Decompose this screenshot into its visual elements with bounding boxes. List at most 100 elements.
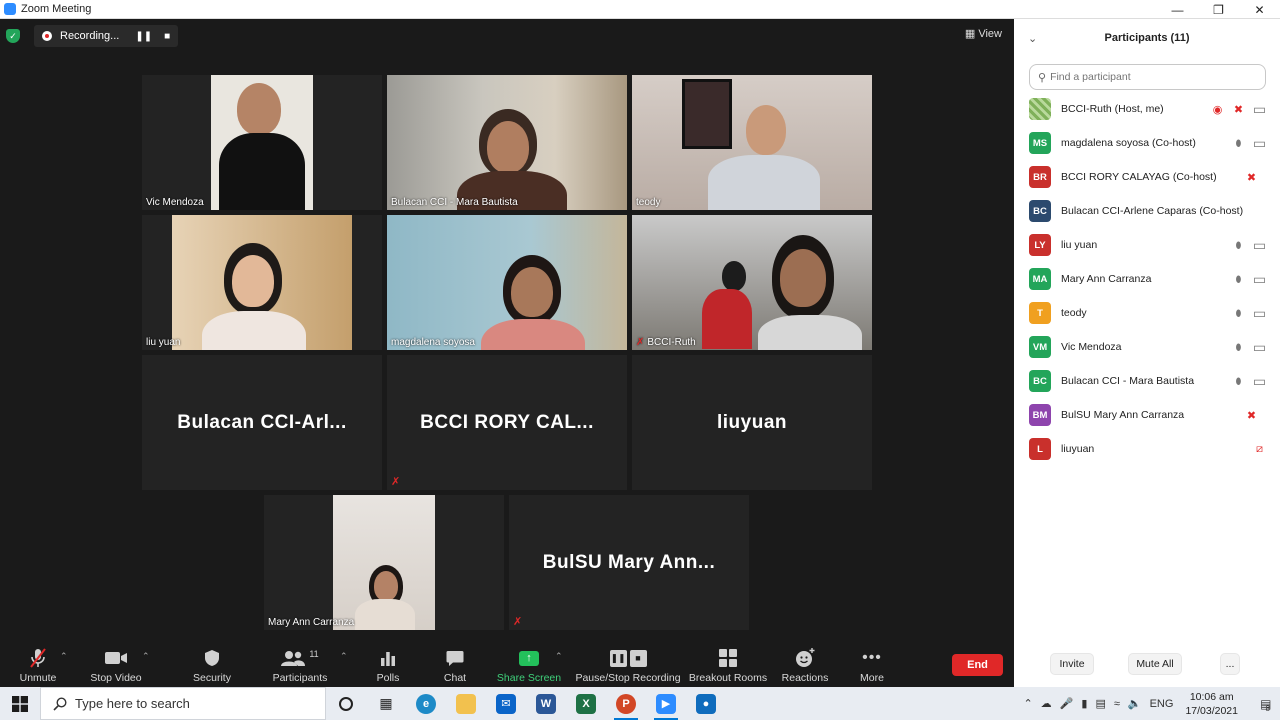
- view-button[interactable]: ▦ View: [965, 27, 1002, 40]
- taskbar-zoom[interactable]: ▶: [646, 687, 686, 720]
- participants-panel: ⌄ Participants (11) ⚲ BCCI-Ruth (Host, m…: [1014, 19, 1280, 687]
- tile-name: magdalena soyosa: [391, 337, 475, 348]
- taskbar-edge[interactable]: e: [406, 687, 446, 720]
- taskbar-app[interactable]: ●: [686, 687, 726, 720]
- participant-row[interactable]: LY liu yuan ⬮ ▭: [1014, 228, 1280, 262]
- video-tile-teody[interactable]: teody: [632, 75, 872, 210]
- video-tile-magdalena-soyosa[interactable]: magdalena soyosa: [387, 215, 627, 350]
- search-icon: ⚲: [1038, 71, 1047, 84]
- video-feed: [172, 215, 352, 350]
- security-button[interactable]: Security: [172, 647, 252, 684]
- taskbar-search-placeholder: Type here to search: [75, 696, 190, 711]
- invite-button[interactable]: Invite: [1050, 653, 1094, 675]
- cortana-button[interactable]: [326, 687, 366, 720]
- stop-recording-icon[interactable]: ■: [164, 31, 170, 42]
- panel-more-button[interactable]: ...: [1220, 653, 1240, 675]
- network-icon[interactable]: ▤: [1095, 697, 1105, 710]
- participant-row[interactable]: BR BCCI RORY CALAYAG (Co-host) ✖: [1014, 160, 1280, 194]
- participant-row[interactable]: Lliuyuan ⧄: [1014, 432, 1280, 466]
- taskbar-search-box[interactable]: Type here to search: [40, 687, 326, 720]
- name-tile-arlene-caparas[interactable]: Bulacan CCI-Arl...: [142, 355, 382, 490]
- video-tile-liu-yuan[interactable]: liu yuan: [142, 215, 382, 350]
- microphone-icon[interactable]: 🎤: [1060, 697, 1074, 710]
- participant-row[interactable]: MS magdalena soyosa (Co-host) ⬮ ▭: [1014, 126, 1280, 160]
- collapse-chevron-icon[interactable]: ⌄: [1028, 32, 1037, 45]
- muted-mic-icon: ✖: [1233, 103, 1244, 116]
- participant-search-input[interactable]: [1050, 71, 1251, 83]
- breakout-grid-icon: [719, 647, 737, 669]
- video-tile-mary-ann-carranza[interactable]: Mary Ann Carranza: [264, 495, 504, 630]
- participant-row[interactable]: BC Bulacan CCI - Mara Bautista ⬮ ▭: [1014, 364, 1280, 398]
- participant-search[interactable]: ⚲: [1029, 64, 1266, 90]
- name-tile-bulsu-mary-ann[interactable]: BulSU Mary Ann... ✗: [509, 495, 749, 630]
- taskbar-mail[interactable]: ✉: [486, 687, 526, 720]
- pause-stop-recording-button[interactable]: ❚❚ ■ Pause/Stop Recording: [575, 647, 681, 684]
- minimize-button[interactable]: —: [1157, 0, 1198, 19]
- share-options-caret-icon[interactable]: ⌃: [555, 651, 563, 662]
- chat-button[interactable]: Chat: [415, 647, 495, 684]
- encryption-shield-icon[interactable]: ✓: [6, 29, 20, 43]
- muted-mic-icon: ✗: [636, 337, 645, 348]
- bar-chart-icon: [380, 647, 396, 669]
- security-label: Security: [193, 672, 231, 684]
- windows-taskbar: Type here to search ▦ e ✉ W X P ▶ ● ⌃ ☁ …: [0, 687, 1280, 720]
- polls-label: Polls: [376, 672, 400, 684]
- participant-row[interactable]: BC Bulacan CCI-Arlene Caparas (Co-host): [1014, 194, 1280, 228]
- taskbar-powerpoint[interactable]: P: [606, 687, 646, 720]
- participant-status-icons: ◉ ✖ ▭: [1211, 101, 1266, 117]
- clock[interactable]: 10:06 am 17/03/2021: [1185, 690, 1238, 718]
- breakout-rooms-button[interactable]: Breakout Rooms: [688, 647, 768, 684]
- muted-mic-icon: ✗: [513, 616, 523, 628]
- windows-start-button[interactable]: [0, 687, 40, 720]
- input-language[interactable]: ENG: [1150, 698, 1174, 710]
- taskbar-excel[interactable]: X: [566, 687, 606, 720]
- participant-name: Bulacan CCI - Mara Bautista: [1061, 375, 1195, 387]
- tile-display-name: liuyuan: [716, 411, 787, 433]
- battery-icon[interactable]: ▮: [1081, 697, 1087, 710]
- participants-button[interactable]: 11 Participants: [260, 647, 340, 684]
- participants-options-caret-icon[interactable]: ⌃: [340, 651, 348, 662]
- cloud-icon[interactable]: ☁: [1041, 697, 1052, 710]
- participant-row[interactable]: MA Mary Ann Carranza ⬮ ▭: [1014, 262, 1280, 296]
- video-tile-vic-mendoza[interactable]: Vic Mendoza: [142, 75, 382, 210]
- notification-center-button[interactable]: ▤ 8: [1250, 687, 1280, 720]
- name-tile-rory-calayag[interactable]: BCCI RORY CAL... ✗: [387, 355, 627, 490]
- pause-recording-icon[interactable]: ❚❚: [135, 31, 152, 42]
- more-button[interactable]: ••• More: [832, 647, 912, 684]
- zoom-icon: ▶: [656, 693, 676, 714]
- participant-name: BulSU Mary Ann Carranza: [1061, 409, 1185, 421]
- taskbar-file-explorer[interactable]: [446, 687, 486, 720]
- ellipsis-icon: •••: [862, 649, 882, 666]
- participant-list: BCCI-Ruth (Host, me) ◉ ✖ ▭ MS magdalena soyos…: [1014, 92, 1280, 466]
- chat-label: Chat: [443, 672, 467, 684]
- restore-button[interactable]: ❐: [1198, 0, 1239, 19]
- show-hidden-icons-icon[interactable]: ⌃: [1023, 697, 1032, 710]
- breakout-rooms-label: Breakout Rooms: [688, 672, 768, 684]
- participant-status-icons: ⬮ ▭: [1232, 305, 1266, 321]
- system-tray: ⌃ ☁ 🎤 ▮ ▤ ≈ 🔈 ENG 10:06 am 17/03/2021 ▤ …: [1019, 687, 1280, 720]
- participant-row[interactable]: BCCI-Ruth (Host, me) ◉ ✖ ▭: [1014, 92, 1280, 126]
- video-options-caret-icon[interactable]: ⌃: [142, 651, 150, 662]
- zoom-app-icon: [4, 3, 16, 15]
- tile-name: Vic Mendoza: [146, 197, 204, 208]
- avatar: MA: [1029, 268, 1051, 290]
- task-view-button[interactable]: ▦: [366, 687, 406, 720]
- wifi-icon[interactable]: ≈: [1114, 698, 1120, 710]
- volume-icon[interactable]: 🔈: [1128, 697, 1142, 710]
- tile-name: liu yuan: [146, 337, 181, 348]
- participant-row[interactable]: VM Vic Mendoza ⬮ ▭: [1014, 330, 1280, 364]
- name-tile-liuyuan[interactable]: liuyuan: [632, 355, 872, 490]
- powerpoint-icon: P: [616, 693, 636, 714]
- mute-all-button[interactable]: Mute All: [1128, 653, 1182, 675]
- participant-row[interactable]: BM BulSU Mary Ann Carranza ✖: [1014, 398, 1280, 432]
- taskbar-word[interactable]: W: [526, 687, 566, 720]
- meeting-toolbar: Unmute ⌃ Stop Video ⌃ Security 11 Partic…: [0, 637, 1014, 687]
- close-button[interactable]: ✕: [1239, 0, 1280, 19]
- end-meeting-button[interactable]: End: [952, 654, 1003, 676]
- video-tile-mara-bautista[interactable]: Bulacan CCI - Mara Bautista: [387, 75, 627, 210]
- video-tile-bcci-ruth[interactable]: ✗ BCCI-Ruth: [632, 215, 872, 350]
- tile-display-name: BulSU Mary Ann...: [542, 551, 716, 573]
- audio-options-caret-icon[interactable]: ⌃: [60, 651, 68, 662]
- panel-title: Participants (11): [1104, 32, 1190, 44]
- participant-row[interactable]: Tteody ⬮ ▭: [1014, 296, 1280, 330]
